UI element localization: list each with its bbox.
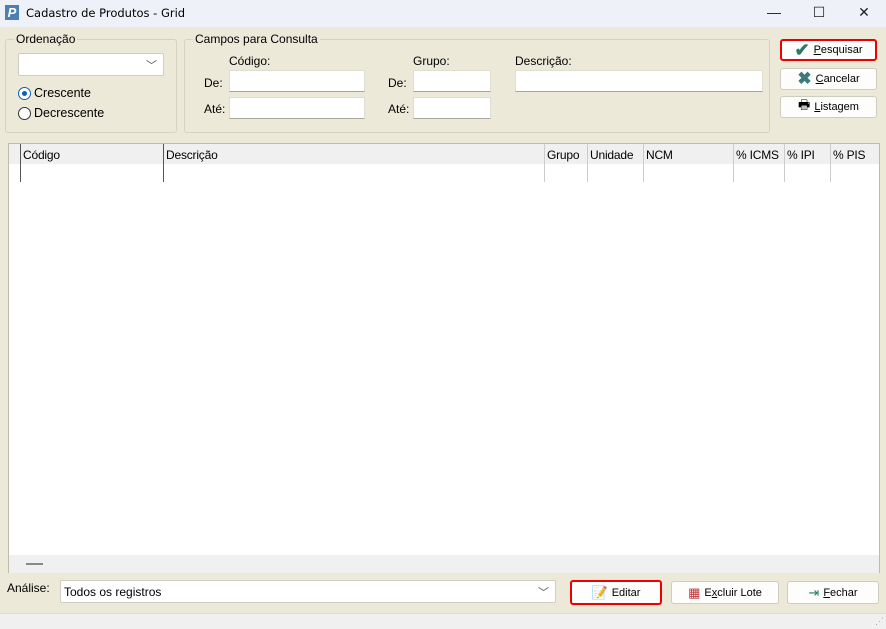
delete-table-icon: ▦ bbox=[688, 584, 701, 600]
ordenacao-combo[interactable]: ﹀ bbox=[18, 53, 164, 76]
analise-label: Análise: bbox=[7, 581, 50, 595]
col-codigo[interactable]: Código bbox=[23, 148, 60, 162]
cancelar-label: Cancelar bbox=[815, 73, 860, 85]
analise-combo[interactable]: Todos os registros ﹀ bbox=[60, 580, 556, 603]
col-sep bbox=[643, 144, 644, 182]
cancelar-button[interactable]: ✖ Cancelar bbox=[780, 68, 877, 90]
col-grupo[interactable]: Grupo bbox=[547, 148, 580, 162]
grupo-ate-input[interactable] bbox=[413, 97, 491, 119]
col-ncm[interactable]: NCM bbox=[646, 148, 673, 162]
edit-document-icon: 📝 bbox=[591, 584, 608, 600]
editar-label: Editar bbox=[611, 586, 641, 599]
codigo-label: Código: bbox=[229, 54, 271, 68]
col-sep bbox=[830, 144, 831, 182]
pesquisar-label: Pesquisar bbox=[813, 44, 863, 56]
col-unidade[interactable]: Unidade bbox=[590, 148, 634, 162]
status-bar: ⋰ bbox=[0, 613, 886, 629]
col-icms[interactable]: % ICMS bbox=[736, 148, 779, 162]
col-ipi[interactable]: % IPI bbox=[787, 148, 815, 162]
excluir-label: Excluir Lote bbox=[704, 586, 762, 599]
close-button[interactable]: ✕ bbox=[842, 0, 886, 27]
listagem-button[interactable]: 🖶 Listagem bbox=[780, 96, 877, 118]
excluir-lote-button[interactable]: ▦ Excluir Lote bbox=[671, 581, 779, 604]
descricao-label: Descrição: bbox=[515, 54, 572, 68]
products-grid[interactable]: Código Descrição Grupo Unidade NCM % ICM… bbox=[8, 143, 880, 573]
radio-decrescente-label: Decrescente bbox=[34, 106, 105, 120]
editar-button[interactable]: 📝 Editar bbox=[570, 580, 662, 605]
app-logo-icon: P bbox=[5, 5, 19, 20]
title-bar: P Cadastro de Produtos - Grid — ☐ ✕ bbox=[0, 0, 886, 27]
chevron-down-icon: ﹀ bbox=[538, 587, 549, 599]
window-title: Cadastro de Produtos - Grid bbox=[26, 6, 186, 20]
ordenacao-legend: Ordenação bbox=[14, 32, 78, 46]
x-icon: ✖ bbox=[797, 69, 812, 88]
minimize-button[interactable]: — bbox=[752, 0, 796, 27]
col-sep bbox=[587, 144, 588, 182]
fechar-button[interactable]: ⇥ Fechar bbox=[787, 581, 879, 604]
radio-decrescente[interactable] bbox=[18, 107, 31, 120]
codigo-de-label: De: bbox=[204, 76, 223, 90]
fechar-label: Fechar bbox=[823, 586, 858, 599]
grupo-ate-label: Até: bbox=[388, 102, 410, 116]
col-sep bbox=[20, 144, 21, 182]
col-descricao[interactable]: Descrição bbox=[166, 148, 218, 162]
codigo-ate-label: Até: bbox=[204, 102, 226, 116]
exit-door-icon: ⇥ bbox=[808, 584, 820, 600]
chevron-down-icon: ﹀ bbox=[146, 60, 157, 72]
col-pis[interactable]: % PIS bbox=[833, 148, 866, 162]
grupo-de-label: De: bbox=[388, 76, 407, 90]
codigo-de-input[interactable] bbox=[229, 70, 365, 92]
col-sep bbox=[544, 144, 545, 182]
dash-icon bbox=[26, 563, 43, 565]
grupo-de-input[interactable] bbox=[413, 70, 491, 92]
campos-legend: Campos para Consulta bbox=[193, 32, 320, 46]
maximize-button[interactable]: ☐ bbox=[797, 0, 841, 27]
radio-crescente-label: Crescente bbox=[34, 86, 91, 100]
codigo-ate-input[interactable] bbox=[229, 97, 365, 119]
analise-value: Todos os registros bbox=[64, 585, 162, 599]
resize-grip-icon[interactable]: ⋰ bbox=[875, 616, 884, 627]
printer-icon: 🖶 bbox=[798, 97, 811, 112]
descricao-input[interactable] bbox=[515, 70, 763, 92]
col-sep bbox=[784, 144, 785, 182]
pesquisar-button[interactable]: ✔ Pesquisar bbox=[780, 39, 877, 61]
col-sep bbox=[163, 144, 164, 182]
radio-crescente[interactable] bbox=[18, 87, 31, 100]
col-sep bbox=[733, 144, 734, 182]
grid-footer bbox=[9, 555, 879, 573]
listagem-label: Listagem bbox=[814, 101, 859, 113]
check-icon: ✔ bbox=[794, 39, 810, 60]
grupo-label: Grupo: bbox=[413, 54, 450, 68]
